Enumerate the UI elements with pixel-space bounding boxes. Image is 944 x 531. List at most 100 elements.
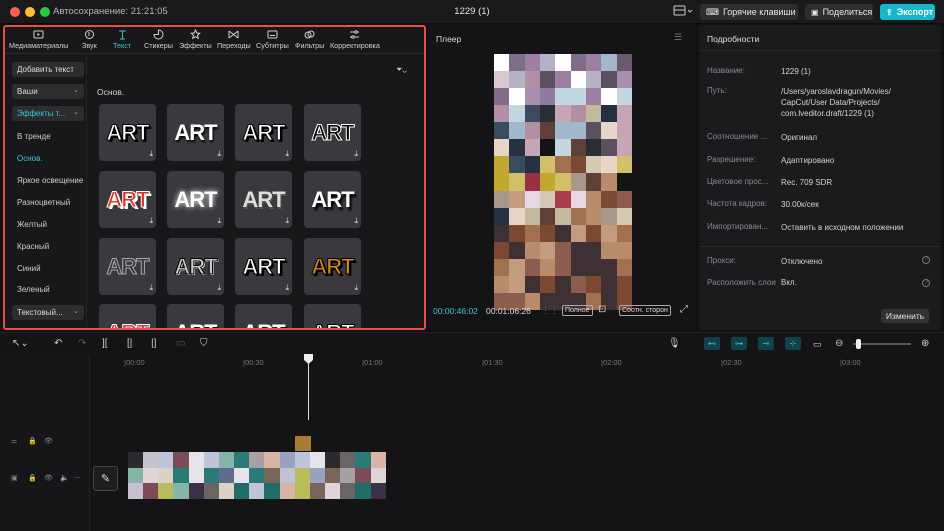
text-template-tile[interactable]: ART⤓ <box>235 304 292 328</box>
undo-icon[interactable]: ↶ <box>54 338 62 350</box>
text-template-tile[interactable]: ART⤓ <box>99 304 156 328</box>
timeline-grid-icon[interactable]: ⋮⋮ <box>541 305 559 316</box>
category-item[interactable]: Основ. <box>17 154 43 163</box>
text-template-tile[interactable]: ART⤓ <box>235 171 292 228</box>
audio-icon[interactable]: 🔈 <box>60 474 69 482</box>
playhead[interactable] <box>308 362 309 420</box>
detail-value: Вкл. <box>781 278 797 287</box>
filter-icon[interactable]: ⏷⌄ <box>396 65 407 75</box>
text-template-tile[interactable]: ART⤓ <box>167 238 224 295</box>
download-icon[interactable]: ⤓ <box>354 149 358 159</box>
timeline-area[interactable] <box>0 354 944 531</box>
hotkeys-button[interactable]: ⌨ Горячие клавиши <box>700 4 798 20</box>
template-preview-text: ART <box>242 119 286 145</box>
tab-media[interactable]: Медиаматериалы <box>9 29 68 52</box>
delete-icon[interactable]: ▭ <box>176 338 185 350</box>
auto-snap-icon[interactable]: ⊶ <box>731 337 747 350</box>
download-icon[interactable]: ⤓ <box>217 216 221 226</box>
text-template-tile[interactable]: ART⤓ <box>99 238 156 295</box>
preview-axis-icon[interactable]: ⊹ <box>785 337 801 350</box>
menu-icon[interactable]: ☰ <box>674 32 682 43</box>
crop-icon[interactable]: ⊡ <box>598 304 606 315</box>
download-icon[interactable]: ⤓ <box>217 283 221 293</box>
select-tool-icon[interactable]: ↖⌄ <box>12 338 29 350</box>
download-icon[interactable]: ⤓ <box>285 149 289 159</box>
text-template-tile[interactable]: ART ⤓ <box>235 238 292 295</box>
chevron-down-icon: ⌄ <box>73 308 79 315</box>
lock-icon[interactable]: 🔒 <box>28 437 37 445</box>
text-template-tile[interactable]: ART⤓ <box>167 171 224 228</box>
more-icon[interactable]: ⋯ <box>74 474 81 482</box>
zoom-slider-handle[interactable] <box>856 339 861 349</box>
tab-audio[interactable]: Звук <box>82 29 97 52</box>
aspect-ratio-button[interactable]: Соотн. сторон <box>619 305 671 316</box>
caption-icon[interactable]: ▭ <box>813 338 822 350</box>
full-quality-button[interactable]: Полное <box>562 305 593 316</box>
text-effects-dropdown[interactable]: Эффекты т... ⌄ <box>12 106 84 121</box>
split-icon[interactable]: ][ <box>102 338 108 350</box>
download-icon[interactable]: ⤓ <box>149 283 153 293</box>
split-right-icon[interactable]: |] <box>151 338 156 350</box>
category-item[interactable]: Синий <box>17 264 41 273</box>
download-icon[interactable]: ⤓ <box>354 283 358 293</box>
export-button[interactable]: ⇪ Экспорт <box>880 4 935 20</box>
tab-effects[interactable]: Эффекты <box>179 29 212 52</box>
yours-dropdown[interactable]: Ваши ⌄ <box>12 84 84 99</box>
text-template-tile[interactable]: ART⤓ <box>167 104 224 161</box>
category-item[interactable]: В тренде <box>17 132 51 141</box>
eye-icon[interactable]: 👁 <box>44 474 53 482</box>
video-clip[interactable] <box>128 452 416 499</box>
download-icon[interactable]: ⤓ <box>217 149 221 159</box>
tab-filters[interactable]: Фильтры <box>295 29 324 52</box>
category-item[interactable]: Яркое освещение <box>17 176 83 185</box>
text-template-tile[interactable]: ART⤓ <box>99 104 156 161</box>
shield-icon[interactable]: ⛉ <box>200 338 208 350</box>
download-icon[interactable]: ⤓ <box>149 149 153 159</box>
text-template-tile[interactable]: ART ⤓ <box>99 171 156 228</box>
detail-label: Частота кадров: <box>707 199 768 208</box>
zoom-in-icon[interactable]: ⊕ <box>921 338 929 350</box>
text-template-tile[interactable]: ART⤓ <box>304 238 361 295</box>
download-icon[interactable]: ⤓ <box>149 216 153 226</box>
text-template-tile[interactable]: ART⤓ <box>304 104 361 161</box>
split-left-icon[interactable]: [| <box>127 338 132 350</box>
text-templates-dropdown[interactable]: Текстовый... ⌄ <box>12 305 84 320</box>
microphone-icon[interactable]: 🎙 <box>668 338 681 350</box>
add-text-button[interactable]: Добавить текст <box>12 62 84 77</box>
download-icon[interactable]: ⤓ <box>354 216 358 226</box>
zoom-out-icon[interactable]: ⊖ <box>835 338 843 350</box>
tab-sticker[interactable]: Стикеры <box>144 29 173 52</box>
help-icon[interactable]: ? <box>922 256 930 264</box>
help-icon[interactable]: ? <box>922 279 930 287</box>
layout-icon[interactable] <box>672 5 694 18</box>
text-template-tile[interactable]: ART⤓ <box>304 171 361 228</box>
effects-label: Эффекты т... <box>17 109 66 118</box>
tab-subtitles[interactable]: Субтитры <box>256 29 289 52</box>
fullscreen-icon[interactable]: ⤢ <box>680 304 688 315</box>
edit-details-button[interactable]: Изменить <box>881 309 929 323</box>
text-template-tile[interactable]: ART⤓ <box>304 304 361 328</box>
template-preview-text: ART <box>242 253 286 279</box>
sticker-clip[interactable] <box>295 436 311 451</box>
tab-text[interactable]: Текст <box>113 29 131 52</box>
share-button[interactable]: ▣ Поделиться <box>805 4 873 20</box>
tab-adjust[interactable]: Корректировка <box>330 29 380 52</box>
category-item[interactable]: Зеленый <box>17 285 50 294</box>
tab-transitions[interactable]: Переходы <box>217 29 251 52</box>
linkage-icon[interactable]: ⊸ <box>758 337 774 350</box>
edit-cover-button[interactable]: ✎ <box>93 466 118 491</box>
redo-icon[interactable]: ↷ <box>78 338 86 350</box>
category-item[interactable]: Красный <box>17 242 49 251</box>
category-item[interactable]: Разноцветный <box>17 198 70 207</box>
text-template-tile[interactable]: ART ⤓ <box>235 104 292 161</box>
video-preview[interactable] <box>494 54 632 310</box>
zoom-slider[interactable] <box>853 343 911 345</box>
category-item[interactable]: Желтый <box>17 220 47 229</box>
template-preview-text: ART <box>106 186 150 212</box>
lock-icon[interactable]: 🔒 <box>28 474 37 482</box>
text-template-tile[interactable]: ART⤓ <box>167 304 224 328</box>
download-icon[interactable]: ⤓ <box>285 283 289 293</box>
main-track-magnet-icon[interactable]: ⊷ <box>704 337 720 350</box>
download-icon[interactable]: ⤓ <box>285 216 289 226</box>
eye-icon[interactable]: 👁 <box>44 437 53 445</box>
